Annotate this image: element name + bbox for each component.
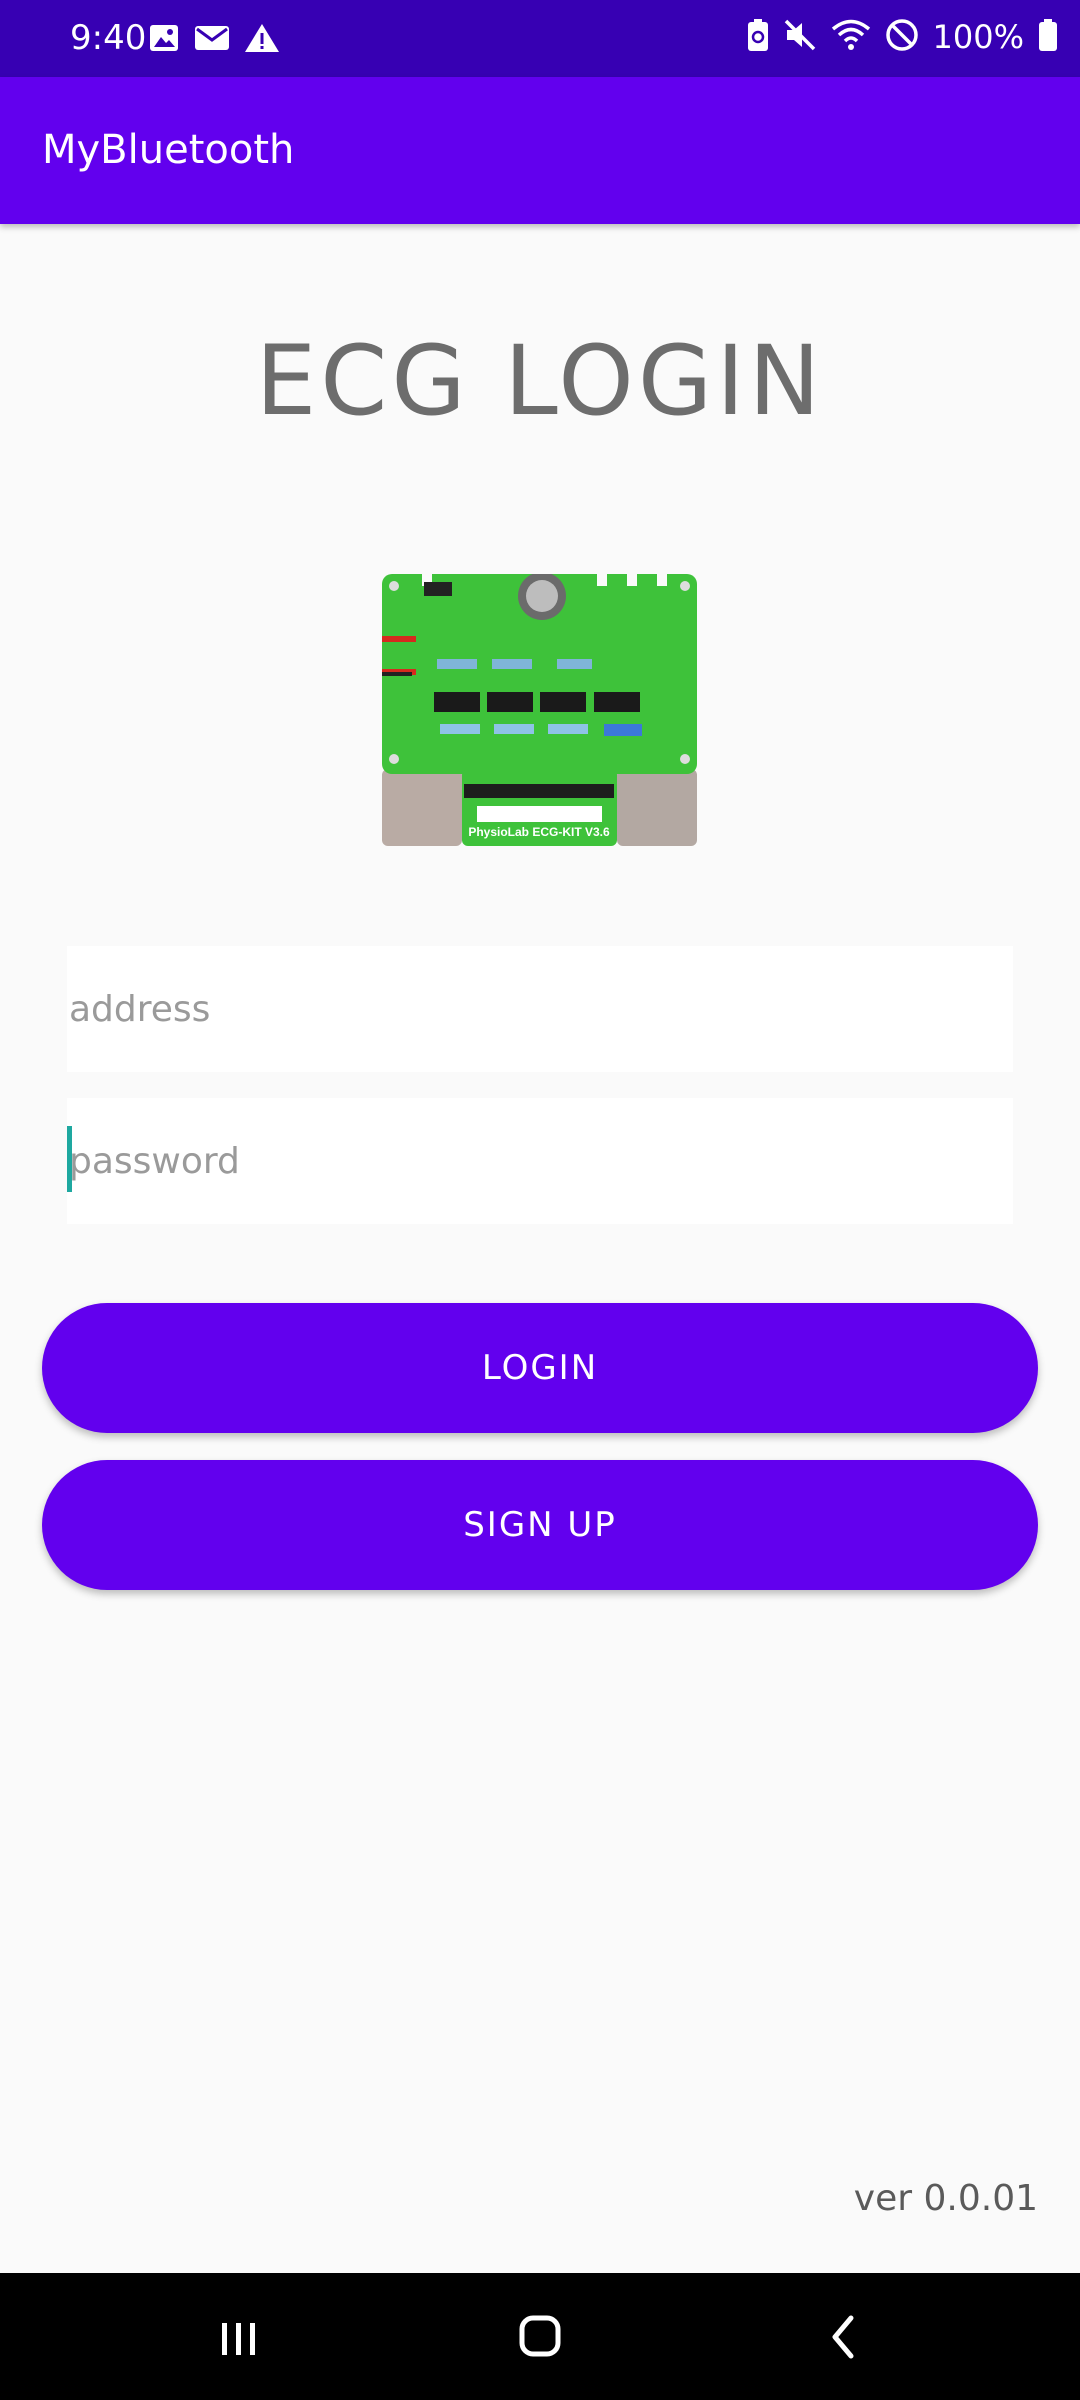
address-input[interactable]: [67, 946, 1013, 1072]
battery-icon: [1038, 18, 1058, 56]
status-time: 9:40: [70, 18, 147, 58]
recent-apps-icon[interactable]: [198, 2303, 278, 2371]
battery-saver-icon: [747, 18, 769, 56]
password-field[interactable]: [67, 1098, 1013, 1224]
battery-percentage: 100%: [932, 18, 1024, 56]
text-cursor: [67, 1126, 72, 1192]
ecg-kit-label: PhysioLab ECG-KIT V3.6: [468, 825, 610, 839]
version-label: ver 0.0.01: [853, 2178, 1038, 2219]
app-title: MyBluetooth: [42, 127, 295, 173]
page-title: ECG LOGIN: [255, 325, 825, 437]
home-icon[interactable]: [500, 2303, 580, 2371]
ecg-kit-image: PhysioLab ECG-KIT V3.6: [382, 572, 697, 846]
app-bar: MyBluetooth: [0, 77, 1080, 224]
do-not-disturb-icon: [885, 18, 919, 56]
status-bar: 9:40 100%: [0, 0, 1080, 77]
status-left-icons: [148, 22, 280, 58]
address-field[interactable]: [67, 946, 1013, 1072]
warning-icon: [244, 22, 280, 58]
signup-button[interactable]: SIGN UP: [42, 1460, 1038, 1590]
status-right-icons: 100%: [747, 18, 1058, 56]
image-icon: [148, 22, 180, 58]
mail-icon: [194, 23, 230, 57]
login-button[interactable]: LOGIN: [42, 1303, 1038, 1433]
back-icon[interactable]: [803, 2303, 883, 2371]
password-input[interactable]: [67, 1098, 1013, 1224]
wifi-icon: [831, 18, 871, 56]
navigation-bar: [0, 2273, 1080, 2400]
mute-icon: [783, 18, 817, 56]
